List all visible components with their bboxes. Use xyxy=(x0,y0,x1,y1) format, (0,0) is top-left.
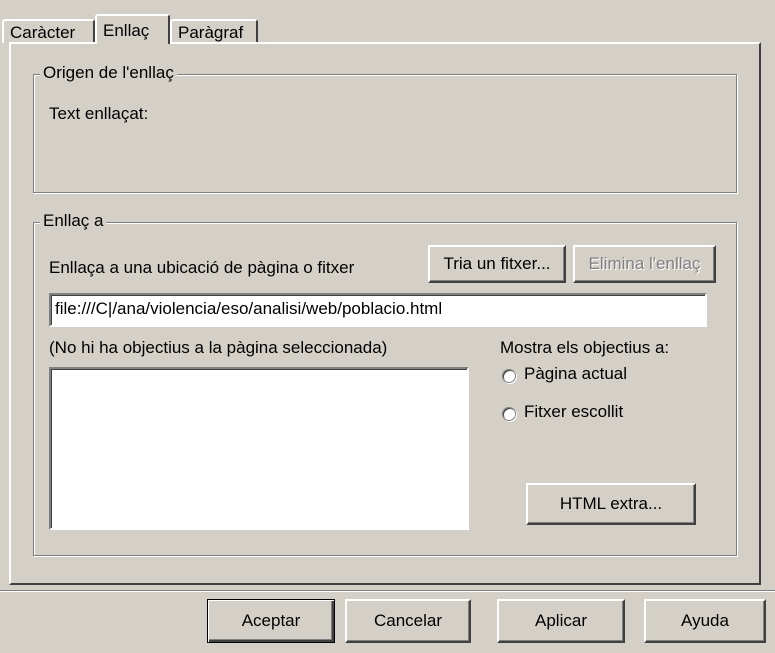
tab-character[interactable]: Caràcter xyxy=(2,19,95,43)
location-label: Enllaça a una ubicació de pàgina o fitxe… xyxy=(49,258,355,277)
extra-html-button[interactable]: HTML extra... xyxy=(526,483,696,525)
cancel-button[interactable]: Cancelar xyxy=(345,599,471,643)
targets-message: (No hi ha objectius a la pàgina seleccio… xyxy=(49,338,388,357)
url-field[interactable] xyxy=(49,293,707,327)
link-source-legend: Origen de l'enllaç xyxy=(40,63,177,83)
radio-chosen-file-label[interactable]: Fitxer escollit xyxy=(524,402,623,422)
tab-link-label: Enllaç xyxy=(103,21,150,40)
accept-button-label: Aceptar xyxy=(241,611,301,630)
apply-button-label: Aplicar xyxy=(535,611,587,630)
extra-html-button-label: HTML extra... xyxy=(559,494,663,513)
link-to-legend: Enllaç a xyxy=(40,211,107,231)
help-button[interactable]: Ayuda xyxy=(644,599,766,643)
choose-file-button-label: Tria un fitxer... xyxy=(443,254,551,273)
tab-paragraph[interactable]: Paràgraf xyxy=(170,19,258,43)
remove-link-button[interactable]: Elimina l'enllaç xyxy=(573,245,716,283)
tab-character-label: Caràcter xyxy=(10,23,76,42)
tab-link[interactable]: Enllaç xyxy=(95,14,170,44)
targets-list[interactable] xyxy=(49,367,469,530)
tab-paragraph-label: Paràgraf xyxy=(178,23,244,42)
apply-button[interactable]: Aplicar xyxy=(497,599,625,643)
link-tab-page: Origen de l'enllaç Text enllaçat: Enllaç… xyxy=(9,42,761,585)
choose-file-button[interactable]: Tria un fitxer... xyxy=(428,245,566,283)
link-to-group: Enllaç a Enllaça a una ubicació de pàgin… xyxy=(33,211,737,556)
help-button-label: Ayuda xyxy=(681,611,729,630)
linked-text-label: Text enllaçat: xyxy=(49,104,149,123)
link-source-group: Origen de l'enllaç Text enllaçat: xyxy=(33,63,737,193)
cancel-button-label: Cancelar xyxy=(373,611,443,630)
show-targets-label: Mostra els objectius a: xyxy=(500,338,670,357)
accept-button[interactable]: Aceptar xyxy=(207,599,335,643)
remove-link-button-label: Elimina l'enllaç xyxy=(588,254,701,273)
radio-current-page[interactable] xyxy=(502,369,516,383)
radio-chosen-file[interactable] xyxy=(502,407,516,421)
radio-current-page-label[interactable]: Pàgina actual xyxy=(524,364,627,384)
footer-separator-highlight xyxy=(0,591,775,592)
url-input[interactable] xyxy=(55,297,685,321)
